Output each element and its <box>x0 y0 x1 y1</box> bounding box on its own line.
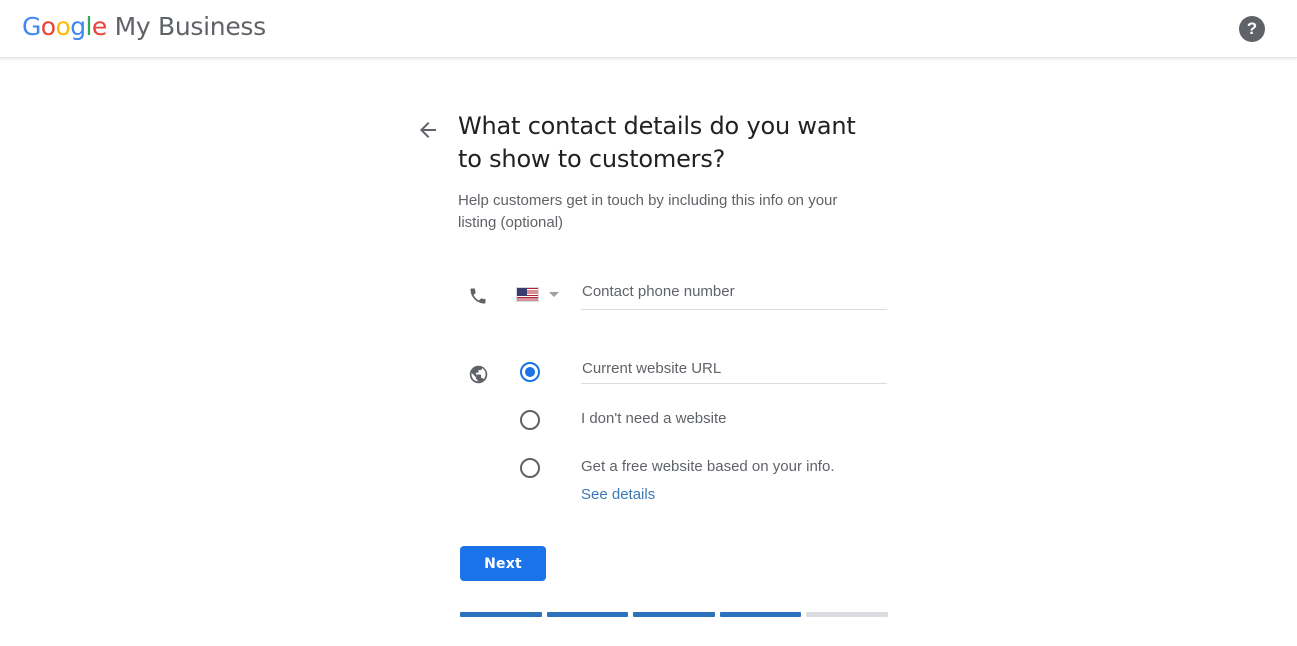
website-option-free-website[interactable]: Get a free website based on your info. S… <box>458 452 888 503</box>
progress-segment-4 <box>719 612 802 617</box>
help-icon[interactable]: ? <box>1239 16 1265 42</box>
website-option-no-website[interactable]: I don't need a website <box>458 404 888 452</box>
progress-segment-1 <box>460 612 542 617</box>
website-option-no-website-label: I don't need a website <box>581 410 727 427</box>
chevron-down-icon <box>549 292 559 297</box>
main-content: What contact details do you want to show… <box>0 58 1297 646</box>
back-arrow-icon[interactable] <box>414 116 442 144</box>
see-details-link[interactable]: See details <box>581 486 655 503</box>
contact-phone-input[interactable] <box>581 278 887 310</box>
progress-indicator <box>460 612 888 617</box>
radio-free-website[interactable] <box>520 458 540 478</box>
app-header: Google My Business ? <box>0 0 1297 58</box>
google-wordmark: Google <box>22 14 107 39</box>
radio-no-website[interactable] <box>520 410 540 430</box>
logo-letter-o1: o <box>40 12 56 41</box>
page-title: What contact details do you want to show… <box>458 112 856 173</box>
current-website-url-input[interactable] <box>581 356 887 384</box>
page-subtitle: Help customers get in touch by including… <box>458 192 838 231</box>
logo-letter-g1: G <box>22 12 41 41</box>
progress-segment-5 <box>806 612 888 617</box>
website-options-group: I don't need a website Get a free websit… <box>458 356 888 503</box>
product-name: My Business <box>114 12 267 41</box>
phone-icon <box>468 286 488 306</box>
logo-letter-e: e <box>91 12 107 41</box>
us-flag-icon <box>516 287 539 302</box>
phone-field-row <box>458 278 888 318</box>
radio-current-website-url[interactable] <box>520 362 540 382</box>
brand-logo: Google My Business <box>22 14 266 39</box>
website-option-current-url[interactable] <box>458 356 888 404</box>
progress-segment-2 <box>546 612 629 617</box>
country-selector[interactable] <box>516 287 559 302</box>
progress-segment-3 <box>633 612 715 617</box>
website-option-free-website-label: Get a free website based on your info. <box>581 458 835 475</box>
logo-letter-o2: o <box>55 12 71 41</box>
logo-letter-g2: g <box>70 12 86 41</box>
next-button[interactable]: Next <box>460 546 546 581</box>
